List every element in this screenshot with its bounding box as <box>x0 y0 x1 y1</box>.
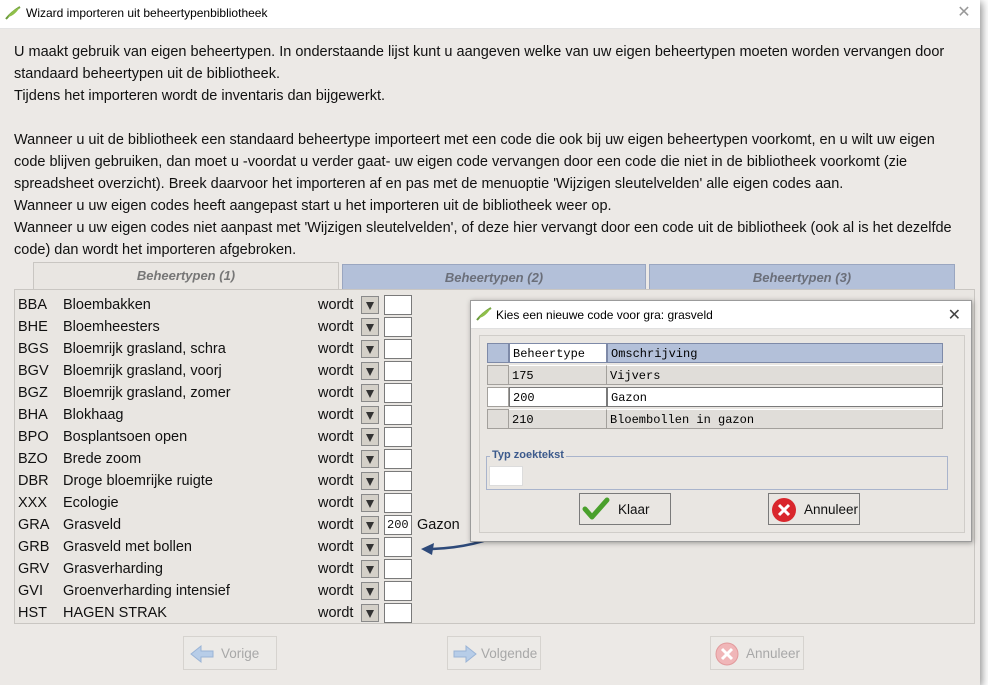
grid-header-omschrijving[interactable]: Omschrijving <box>607 343 943 363</box>
dialog-cancel-button[interactable]: Annuleer <box>768 493 860 525</box>
grid-row-selector[interactable] <box>487 387 509 407</box>
ok-button[interactable]: Klaar <box>579 493 671 525</box>
grid-cell-desc[interactable]: Vijvers <box>607 365 943 385</box>
grid-row-selector[interactable] <box>487 365 509 385</box>
grid-cell-desc[interactable]: Bloembollen in gazon <box>607 409 943 429</box>
dialog-cancel-label: Annuleer <box>804 502 859 517</box>
search-input[interactable] <box>489 466 523 486</box>
grid-header-beheertype[interactable]: Beheertype <box>509 343 607 363</box>
search-group: Typ zoektekst <box>486 449 948 490</box>
dialog-close-icon[interactable]: ✕ <box>948 305 961 325</box>
app-leaf-icon <box>476 307 492 321</box>
cancel-x-icon <box>772 498 796 522</box>
checkmark-icon <box>582 497 610 520</box>
grid-cell-code[interactable]: 175 <box>509 365 607 385</box>
dialog-title: Kies een nieuwe code voor gra: grasveld <box>496 308 713 322</box>
search-label: Typ zoektekst <box>490 449 566 461</box>
dialog-title-bar: Kies een nieuwe code voor gra: grasveld … <box>471 301 971 329</box>
choose-code-dialog: Kies een nieuwe code voor gra: grasveld … <box>470 300 972 542</box>
ok-label: Klaar <box>618 502 650 517</box>
grid-cell-code[interactable]: 200 <box>509 387 607 407</box>
grid-cell-code[interactable]: 210 <box>509 409 607 429</box>
dialog-panel: Beheertype Omschrijving 175 Vijvers 200 Gaz… <box>479 335 965 533</box>
grid-corner <box>487 343 509 363</box>
grid-cell-desc[interactable]: Gazon <box>607 387 943 407</box>
grid-row-selector[interactable] <box>487 409 509 429</box>
